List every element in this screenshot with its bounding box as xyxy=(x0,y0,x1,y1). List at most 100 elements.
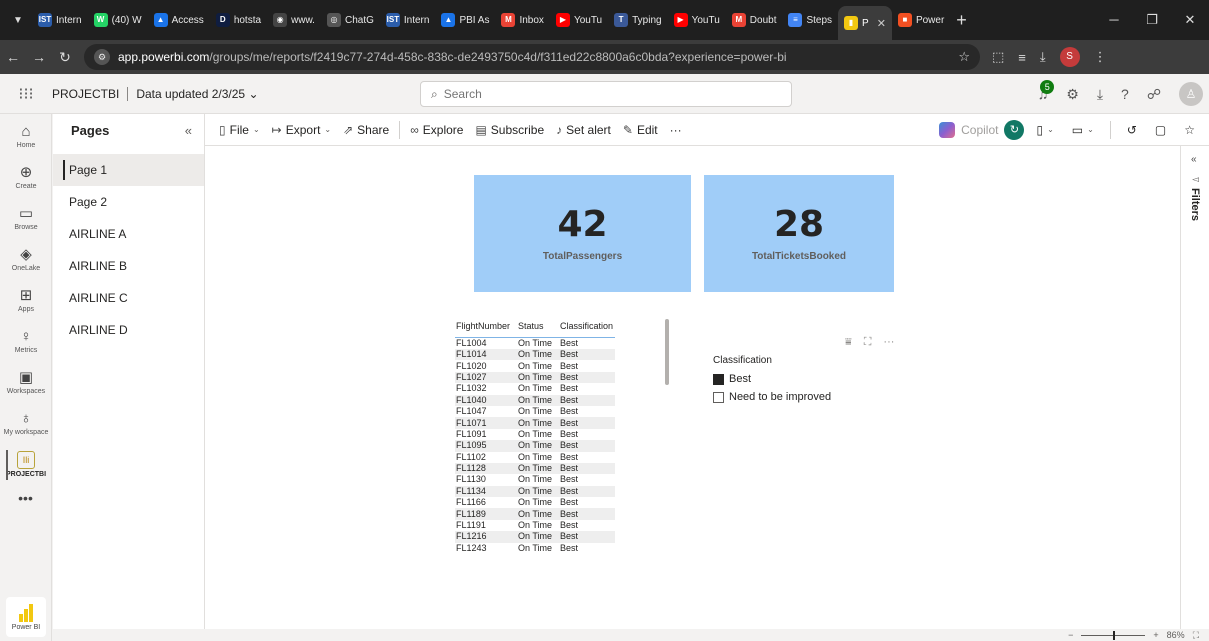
browser-tab[interactable]: IST Intern xyxy=(32,6,88,34)
zoom-out-icon[interactable]: − xyxy=(1068,630,1073,640)
url-field[interactable]: ⚙ app.powerbi.com/groups/me/reports/f241… xyxy=(84,44,980,70)
table-row[interactable]: FL1020 On Time Best xyxy=(455,360,615,371)
kpi-card-total-passengers[interactable]: 42 TotalPassengers xyxy=(474,175,691,292)
restore-icon[interactable]: ❐ xyxy=(1133,12,1171,28)
zoom-in-icon[interactable]: + xyxy=(1153,630,1158,640)
table-row[interactable]: FL1166 On Time Best xyxy=(455,497,615,508)
page-tab-page-1[interactable]: Page 1 xyxy=(53,154,204,186)
filters-pane[interactable]: « ◅ Filters xyxy=(1180,146,1209,629)
favorite-star-icon[interactable]: ☆ xyxy=(1178,116,1201,144)
browser-tab[interactable]: M Inbox xyxy=(495,6,549,34)
nav-item-workspaces[interactable]: ▣ Workspaces xyxy=(0,364,52,402)
table-row[interactable]: FL1095 On Time Best xyxy=(455,440,615,452)
fit-to-page-icon[interactable]: ⛶ xyxy=(1193,630,1199,641)
export-menu-button[interactable]: ↦ Export ⌄ xyxy=(266,116,337,144)
table-row[interactable]: FL1189 On Time Best xyxy=(455,508,615,520)
collapse-pane-icon[interactable]: « xyxy=(185,123,192,138)
nav-item-home[interactable]: ⌂ Home xyxy=(0,118,52,156)
browser-tab[interactable]: W (40) W xyxy=(88,6,148,34)
reset-icon[interactable]: ↺ xyxy=(1121,116,1143,144)
table-row[interactable]: FL1191 On Time Best xyxy=(455,520,615,531)
nav-item-onelake[interactable]: ◈ OneLake xyxy=(0,241,52,279)
zoom-slider-thumb[interactable] xyxy=(1113,630,1116,640)
browser-tab[interactable]: ▲ Access xyxy=(148,6,210,34)
browser-tab[interactable]: ≡ Steps xyxy=(782,6,838,34)
more-options-icon[interactable]: ··· xyxy=(883,336,894,349)
table-row[interactable]: FL1047 On Time Best xyxy=(455,406,615,417)
refresh-visuals-icon[interactable]: ↻ xyxy=(1004,119,1025,140)
expand-filters-icon[interactable]: « xyxy=(1191,154,1197,165)
view-menu-button[interactable]: ▭ ⌄ xyxy=(1066,116,1100,144)
column-header[interactable]: FlightNumber xyxy=(455,321,518,338)
browser-tab[interactable]: T Typing xyxy=(608,6,667,34)
focus-mode-icon[interactable]: ⛶ xyxy=(864,336,872,349)
browser-tab[interactable]: Dhotsta xyxy=(210,6,267,34)
download-app-icon[interactable]: ⤓ xyxy=(1097,86,1103,103)
share-feedback-icon[interactable]: ☍ xyxy=(1147,86,1161,103)
browser-menu-icon[interactable]: ⋮ xyxy=(1094,49,1107,65)
table-row[interactable]: FL1040 On Time Best xyxy=(455,394,615,406)
settings-icon[interactable]: ⚙ xyxy=(1066,86,1079,103)
table-row[interactable]: FL1014 On Time Best xyxy=(455,349,615,361)
browser-tab[interactable]: ▶ YouTu xyxy=(668,6,726,34)
browser-tab[interactable]: ▶ YouTu xyxy=(550,6,608,34)
page-tab-airline-d[interactable]: AIRLINE D xyxy=(53,314,204,346)
checkbox-checked[interactable] xyxy=(713,373,724,385)
table-row[interactable]: FL1216 On Time Best xyxy=(455,531,615,543)
more-actions-button[interactable]: ··· xyxy=(664,116,688,144)
page-tab-page-2[interactable]: Page 2 xyxy=(53,186,204,218)
table-row[interactable]: FL1128 On Time Best xyxy=(455,462,615,475)
zoom-slider[interactable] xyxy=(1081,630,1146,640)
minimize-icon[interactable]: ─ xyxy=(1095,12,1133,28)
extensions-icon[interactable]: ⬚ xyxy=(992,49,1004,65)
app-launcher-icon[interactable]: ⁝⁝⁝ xyxy=(0,84,52,104)
kpi-card-total-tickets-booked[interactable]: 28 TotalTicketsBooked xyxy=(704,175,894,292)
browser-tab[interactable]: ▲ PBI As xyxy=(435,6,495,34)
nav-item-my-workspace[interactable]: ♁ My workspace xyxy=(0,405,52,443)
table-row[interactable]: FL1243 On Time Best xyxy=(455,543,615,554)
column-header[interactable]: Status xyxy=(518,321,560,338)
browser-tab-active[interactable]: ▮ P ✕ xyxy=(838,6,892,40)
table-row[interactable]: FL1004 On Time Best xyxy=(455,338,615,350)
flights-table-visual[interactable]: FlightNumber Status Classification FL1004 O… xyxy=(455,321,617,554)
power-bi-logo[interactable]: Power BI xyxy=(6,597,46,637)
bookmark-menu-button[interactable]: ▯ ⌄ xyxy=(1030,116,1059,144)
back-icon[interactable]: ← xyxy=(0,49,26,65)
nav-item-metrics[interactable]: ♀ Metrics xyxy=(0,323,52,361)
nav-item-projectbi[interactable]: Ili PROJECTBI xyxy=(0,446,52,484)
explore-button[interactable]: ∞ Explore xyxy=(404,116,469,144)
table-row[interactable]: FL1134 On Time Best xyxy=(455,485,615,498)
edit-button[interactable]: ✎ Edit xyxy=(617,116,664,144)
slicer-option-need-improvement[interactable]: Need to be improved xyxy=(713,391,831,403)
data-updated-dropdown[interactable]: Data updated 2/3/25 ⌄ xyxy=(128,87,258,101)
browser-tab[interactable]: ◎ ChatG xyxy=(321,6,380,34)
checkbox-unchecked[interactable] xyxy=(713,391,724,403)
notifications-icon[interactable]: ♫ 5 xyxy=(1038,80,1055,102)
table-row[interactable]: FL1091 On Time Best xyxy=(455,429,615,440)
share-button[interactable]: ⇗ Share xyxy=(337,116,395,144)
close-window-icon[interactable]: ✕ xyxy=(1171,12,1209,28)
browser-tab[interactable]: ■ Power xyxy=(892,6,950,34)
table-row[interactable]: FL1027 On Time Best xyxy=(455,371,615,384)
reload-icon[interactable]: ↻ xyxy=(52,49,78,66)
search-box[interactable]: ⌕ xyxy=(420,81,792,107)
workspace-name[interactable]: PROJECTBI xyxy=(52,86,129,101)
table-row[interactable]: FL1102 On Time Best xyxy=(455,452,615,463)
download-icon[interactable]: ⤓ xyxy=(1040,49,1046,65)
tab-close-icon[interactable]: ✕ xyxy=(877,17,886,30)
nav-item-create[interactable]: ⊕ Create xyxy=(0,159,52,197)
browser-tab[interactable]: IST Intern xyxy=(380,6,436,34)
site-info-icon[interactable]: ⚙ xyxy=(94,49,110,65)
search-input[interactable] xyxy=(443,87,744,101)
browser-tab[interactable]: ◉ www. xyxy=(267,6,321,34)
bookmark-star-icon[interactable]: ☆ xyxy=(958,49,970,65)
set-alert-button[interactable]: ♪ Set alert xyxy=(550,116,617,144)
subscribe-button[interactable]: ▤ Subscribe xyxy=(469,116,550,144)
comment-icon[interactable]: ▢ xyxy=(1149,116,1172,144)
table-row[interactable]: FL1032 On Time Best xyxy=(455,383,615,394)
nav-item-browse[interactable]: ▭ Browse xyxy=(0,200,52,238)
new-tab-icon[interactable]: + xyxy=(956,10,967,31)
copilot-button[interactable]: Copilot xyxy=(961,123,998,137)
tab-search-icon[interactable]: ▼ xyxy=(4,6,32,34)
nav-item-apps[interactable]: ⊞ Apps xyxy=(0,282,52,320)
